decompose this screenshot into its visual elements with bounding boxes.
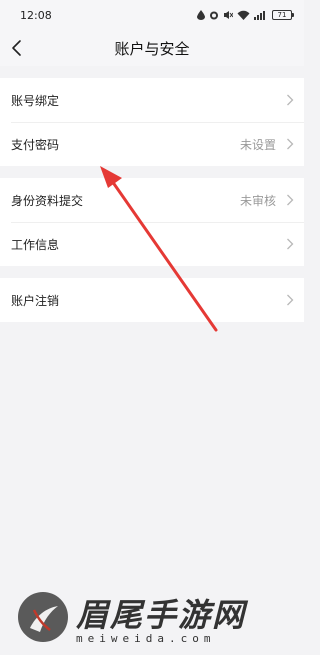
section-gap [0, 66, 304, 78]
section-gap [0, 166, 304, 178]
watermark-brand: 眉尾手游网 [76, 595, 247, 634]
watermark-text: 眉尾手游网 meiweida.com [76, 590, 246, 645]
row-payment-password[interactable]: 支付密码 未设置 [0, 122, 304, 166]
status-time: 12:08 [20, 8, 52, 22]
back-arrow-icon[interactable] [8, 38, 28, 58]
row-value: 未审核 [239, 193, 276, 208]
row-value: 未设置 [239, 137, 276, 152]
row-work-info[interactable]: 工作信息 [0, 222, 304, 266]
status-icons: 71 [197, 10, 294, 20]
chevron-right-icon [287, 294, 294, 306]
settings-group-identity: 身份资料提交 未审核 工作信息 [0, 178, 304, 266]
row-label: 账户注销 [11, 293, 60, 308]
nav-bar: 账户与安全 [0, 30, 304, 66]
battery-icon: 71 [272, 10, 294, 20]
wifi-icon [237, 10, 250, 20]
mute-icon [224, 11, 233, 19]
water-drop-icon [197, 10, 205, 20]
watermark-logo-icon [18, 592, 68, 642]
chevron-right-icon [287, 238, 294, 250]
chevron-right-icon [287, 194, 294, 206]
row-account-deletion[interactable]: 账户注销 [0, 278, 304, 322]
settings-group-deletion: 账户注销 [0, 278, 304, 322]
row-label: 身份资料提交 [11, 193, 84, 208]
row-identity-submission[interactable]: 身份资料提交 未审核 [0, 178, 304, 222]
alarm-icon [210, 11, 218, 20]
signal-icon [254, 11, 265, 20]
row-label: 支付密码 [11, 137, 60, 152]
row-label: 账号绑定 [11, 93, 60, 108]
section-gap [0, 266, 304, 278]
row-account-binding[interactable]: 账号绑定 [0, 78, 304, 122]
watermark: 眉尾手游网 meiweida.com [18, 582, 298, 652]
chevron-right-icon [287, 138, 294, 150]
settings-group-binding: 账号绑定 支付密码 未设置 [0, 78, 304, 166]
chevron-right-icon [287, 94, 294, 106]
page-title: 账户与安全 [114, 39, 190, 58]
row-label: 工作信息 [11, 237, 60, 252]
status-bar: 12:08 71 [0, 0, 304, 30]
